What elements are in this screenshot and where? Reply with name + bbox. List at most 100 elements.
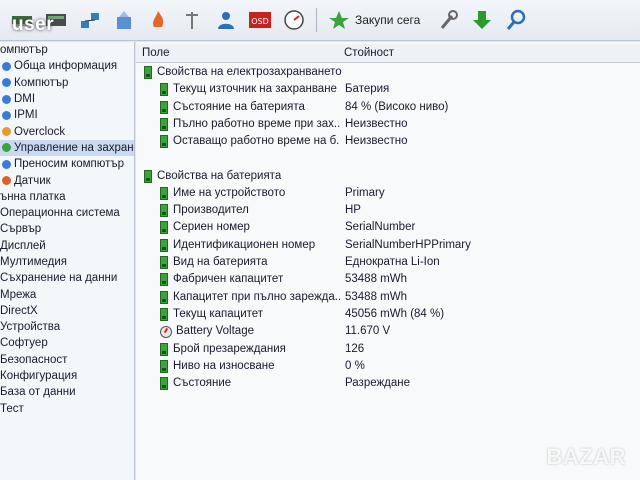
row-field: Оставащо работно време на б... [173,135,340,148]
tree-item-label: Устройства [0,321,61,334]
tree-item[interactable]: Мрежа [0,286,134,302]
navigation-tree: омпютър Обща информация Компютър DMI IPMI Ove… [0,42,135,480]
tree-item[interactable]: DMI [0,91,134,107]
tree-item[interactable]: DirectX [0,303,134,319]
row-value: 0 % [345,359,365,372]
tree-node-icon [2,159,11,169]
row-field: Производител [173,204,249,217]
table-row[interactable]: Battery Voltage 11.670 V [136,323,640,340]
tree-item[interactable]: База от данни [0,384,134,400]
column-header: Поле Стойност [136,44,640,63]
tree-item[interactable]: Сървър [0,221,134,237]
row-field: Пълно работно време при зах... [173,117,340,130]
battery-icon [160,273,168,287]
table-row[interactable]: Състояние на батерията 84 % (Високо ниво) [136,99,640,116]
battery-icon [160,290,168,304]
tree-item[interactable]: Overclock [0,123,134,139]
tree-item-label: Съхранение на данни [0,272,118,285]
table-row[interactable]: Текущ капацитет 45056 mWh (84 %) [136,306,640,323]
row-field: Капацитет при пълно зарежда... [173,290,340,303]
network-icon[interactable] [78,8,102,32]
battery-icon [160,204,168,218]
tree-item[interactable]: Дисплей [0,238,134,254]
tree-item[interactable]: IPMI [0,107,134,123]
table-row[interactable]: Състояние Разреждане [136,375,640,392]
row-value: Батерия [345,83,390,96]
user-icon[interactable] [214,8,238,32]
row-value: Неизвестно [345,135,408,148]
group-header[interactable]: Свойства на батерията [136,168,640,185]
tree-item[interactable]: Съхранение на данни [0,270,134,286]
antenna-icon[interactable] [180,8,204,32]
tree-item-label: Мрежа [0,288,37,301]
tree-item-label: Безопасност [0,353,68,366]
group-title: Свойства на електрозахранването [157,66,342,78]
tree-item[interactable]: Операционна система [0,205,134,221]
tree-item[interactable]: Мултимедия [0,254,134,270]
table-row[interactable]: Пълно работно време при зах... Неизвестно [136,116,640,133]
row-field: Battery Voltage [176,325,254,338]
table-row[interactable]: Ниво на износване 0 % [136,358,640,375]
tree-item-label: Тест [0,402,24,415]
table-row[interactable]: Брой презареждания 126 [136,341,640,358]
tree-node-icon [2,110,11,120]
tree-item[interactable]: Преносим компютър [0,156,134,172]
group-title: Свойства на батерията [157,169,282,182]
battery-icon [160,238,168,252]
table-row[interactable]: Оставащо работно време на б... Неизвестно [136,133,640,150]
table-row[interactable]: Сериен номер SerialNumber [136,219,640,236]
gauge-icon[interactable] [282,8,306,32]
tree-node-icon [2,127,11,137]
tree-node-icon [2,61,11,71]
column-field-header[interactable]: Поле [142,44,170,62]
battery-icon [160,186,168,200]
tree-item-label: Сървър [0,223,42,236]
buy-star-icon[interactable] [327,8,351,32]
column-value-header[interactable]: Стойност [344,44,394,62]
tree-item[interactable]: Датчик [0,172,134,188]
row-value: 53488 mWh [345,273,408,286]
search-icon[interactable] [504,8,528,32]
osd-icon[interactable]: OSD [248,8,272,32]
tree-item[interactable]: Компютър [0,75,134,91]
table-row[interactable]: Капацитет при пълно зарежда... 53488 mWh [136,289,640,306]
tree-item[interactable]: ънна платка [0,189,134,205]
table-row[interactable]: Име на устройството Primary [136,185,640,202]
row-value: 53488 mWh [345,290,408,303]
row-field: Сериен номер [173,221,250,234]
battery-icon [160,135,168,149]
row-field: Състояние [173,377,232,390]
table-row[interactable]: Текущ източник на захранване Батерия [136,81,640,98]
row-field: Състояние на батерията [173,100,305,113]
tree-item-label: Конфигурация [0,370,78,383]
row-field: Име на устройството [173,186,286,199]
tools-icon[interactable] [112,8,136,32]
flame-icon[interactable] [146,8,170,32]
tree-item-label: DirectX [0,304,38,317]
download-arrow-icon[interactable] [470,8,494,32]
tree-item[interactable]: Тест [0,401,134,417]
tree-item-label: ънна платка [0,190,66,203]
table-row[interactable]: Вид на батерията Еднократна Li-Ion [136,254,640,271]
tree-item[interactable]: Софтуер [0,335,134,351]
tree-node-icon [2,143,11,153]
table-row[interactable]: Идентификационен номер SerialNumberHPPrim… [136,237,640,254]
tools-wrench-icon[interactable] [436,8,460,32]
tree-item[interactable]: Устройства [0,319,134,335]
row-value: Primary [345,186,385,199]
tree-item[interactable]: омпютър [0,42,134,58]
toolbar-separator [316,8,317,32]
row-value: 11.670 V [345,325,391,338]
row-value: Еднократна Li-Ion [345,256,440,268]
battery-icon [144,66,152,79]
tree-item-label: Софтуер [0,337,48,350]
tree-item[interactable]: Конфигурация [0,368,134,384]
group-header[interactable]: Свойства на електрозахранването [136,64,640,81]
tree-item[interactable]: Безопасност [0,352,134,368]
buy-now-button[interactable]: Закупи сега [355,13,420,27]
battery-icon [160,83,168,97]
tree-item[interactable]: Обща информация [0,58,134,74]
table-row[interactable]: Производител HP [136,202,640,219]
tree-item[interactable]: Управление на захранв [0,139,134,157]
table-row[interactable]: Фабричен капацитет 53488 mWh [136,271,640,288]
